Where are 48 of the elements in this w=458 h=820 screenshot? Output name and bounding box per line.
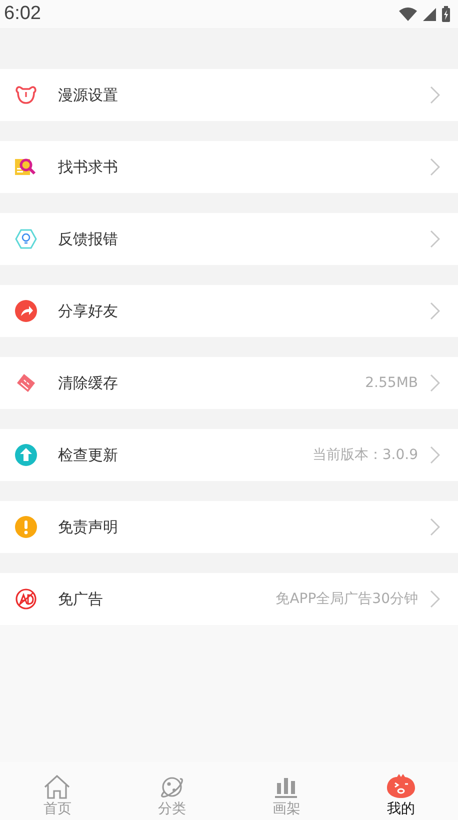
settings-row[interactable]: 清除缓存 2.55MB: [0, 357, 458, 409]
row-value: 2.55MB: [365, 375, 418, 391]
chevron-right-icon: [430, 518, 440, 536]
settings-row[interactable]: 找书求书: [0, 141, 458, 193]
battery-icon: [442, 6, 450, 22]
row-label: 反馈报错: [58, 230, 119, 248]
row-label: 免责声明: [58, 518, 119, 536]
planet-icon: [158, 775, 185, 799]
row-label: 检查更新: [58, 446, 119, 464]
chevron-right-icon: [430, 374, 440, 392]
chevron-right-icon: [430, 446, 440, 464]
settings-row[interactable]: 反馈报错: [0, 213, 458, 265]
row-label: 清除缓存: [58, 374, 119, 392]
signal-icon: [423, 8, 436, 20]
status-time: 6:02: [4, 3, 41, 25]
mascot-icon: [386, 773, 416, 799]
row-label: 分享好友: [58, 302, 119, 320]
wifi-icon: [399, 7, 417, 21]
chevron-right-icon: [430, 302, 440, 320]
tab-label: 分类: [158, 800, 186, 818]
row-label: 漫源设置: [58, 86, 119, 104]
chevron-right-icon: [430, 590, 440, 608]
tab-label: 画架: [272, 800, 300, 818]
row-label: 免广告: [58, 590, 104, 608]
settings-row[interactable]: 检查更新 当前版本：3.0.9: [0, 429, 458, 481]
home-icon: [43, 775, 72, 799]
warning-icon: [15, 516, 37, 538]
row-label: 找书求书: [58, 158, 119, 176]
row-value: 免APP全局广告30分钟: [276, 590, 418, 608]
settings-row[interactable]: 分享好友: [0, 285, 458, 337]
no-ads-icon: [15, 588, 37, 610]
settings-row[interactable]: 漫源设置: [0, 69, 458, 121]
settings-row[interactable]: 免责声明: [0, 501, 458, 553]
chevron-right-icon: [430, 86, 440, 104]
row-value: 当前版本：3.0.9: [312, 446, 418, 464]
lightbulb-icon: [15, 229, 37, 249]
bookshelf-icon: [274, 775, 298, 799]
chevron-right-icon: [430, 230, 440, 248]
settings-row[interactable]: 免广告 免APP全局广告30分钟: [0, 573, 458, 625]
share-icon: [15, 300, 37, 322]
tab-bar-item[interactable]: 我的: [344, 762, 458, 818]
bear-icon: [15, 85, 37, 105]
tab-label: 我的: [386, 800, 415, 818]
chevron-right-icon: [430, 158, 440, 176]
eraser-icon: [15, 373, 37, 393]
book-search-icon: [15, 158, 37, 176]
upload-icon: [15, 444, 37, 466]
tab-label: 首页: [43, 800, 72, 818]
